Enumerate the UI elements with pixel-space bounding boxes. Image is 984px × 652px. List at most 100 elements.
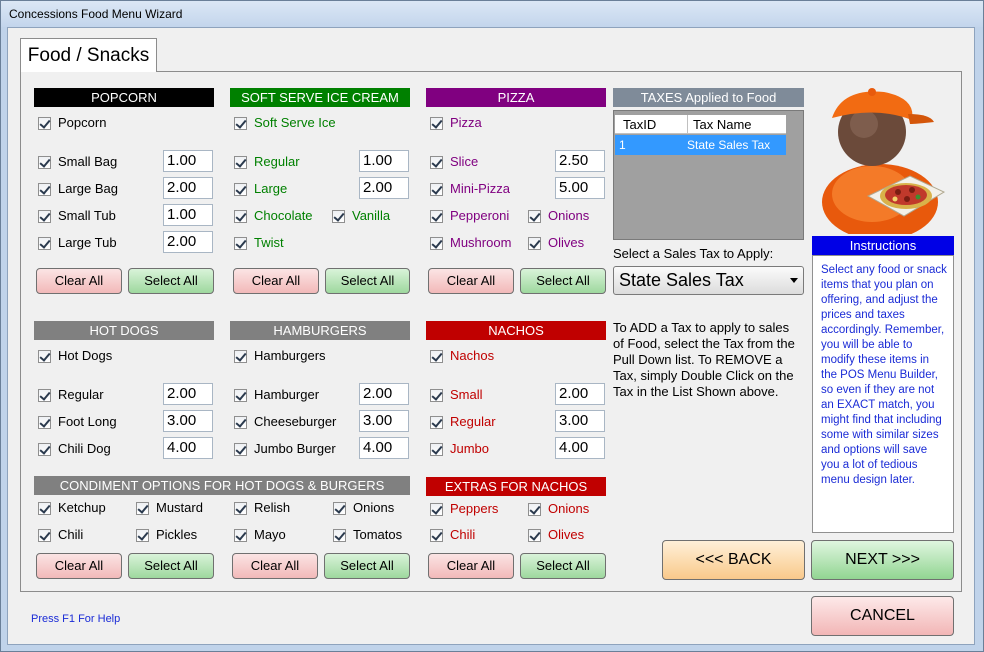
nachos-item-checkbox[interactable]: Jumbo xyxy=(430,440,489,458)
extra-label: Onions xyxy=(548,501,590,516)
nachos-price-input[interactable]: 3.00 xyxy=(555,410,605,432)
hotdogs-item-checkbox[interactable]: Chili Dog xyxy=(38,440,111,458)
check-icon xyxy=(38,209,51,223)
pizza-price-input[interactable]: 5.00 xyxy=(555,177,605,199)
check-icon xyxy=(38,528,51,542)
nachos-select-all-button[interactable]: Select All xyxy=(520,553,606,579)
icecream-item-checkbox[interactable]: Regular xyxy=(234,153,300,171)
topping-checkbox[interactable]: Pepperoni xyxy=(430,207,509,225)
nachos-price-input[interactable]: 4.00 xyxy=(555,437,605,459)
condiment-checkbox[interactable]: Tomatos xyxy=(333,526,402,544)
extra-checkbox[interactable]: Onions xyxy=(528,500,589,518)
flavor-label: Twist xyxy=(254,235,284,250)
condiments-header: CONDIMENT OPTIONS FOR HOT DOGS & BURGERS xyxy=(34,476,410,495)
extra-checkbox[interactable]: Olives xyxy=(528,526,584,544)
hamburgers-price-input[interactable]: 3.00 xyxy=(359,410,409,432)
pizza-item-checkbox[interactable]: Mini-Pizza xyxy=(430,180,510,198)
icecream-clear-all-button[interactable]: Clear All xyxy=(233,268,319,294)
condiment-checkbox[interactable]: Ketchup xyxy=(38,499,106,517)
hotdogs-price-input[interactable]: 3.00 xyxy=(163,410,213,432)
cancel-button[interactable]: CANCEL xyxy=(811,596,954,636)
popcorn-price-input[interactable]: 1.00 xyxy=(163,204,213,226)
hotdogs-clear-all-button[interactable]: Clear All xyxy=(36,553,122,579)
hamburgers-price-input[interactable]: 2.00 xyxy=(359,383,409,405)
hotdogs-price-input[interactable]: 2.00 xyxy=(163,383,213,405)
popcorn-item-checkbox[interactable]: Large Bag xyxy=(38,180,118,198)
popcorn-select-all-button[interactable]: Select All xyxy=(128,268,214,294)
condiment-checkbox[interactable]: Mayo xyxy=(234,526,286,544)
tax-list[interactable]: TaxID Tax Name 1 State Sales Tax xyxy=(613,110,804,240)
pizza-header: PIZZA xyxy=(426,88,606,107)
nachos-price-input[interactable]: 2.00 xyxy=(555,383,605,405)
next-button[interactable]: NEXT >>> xyxy=(811,540,954,580)
hotdogs-select-all-button[interactable]: Select All xyxy=(128,553,214,579)
title-bar: Concessions Food Menu Wizard xyxy=(1,1,983,27)
topping-checkbox[interactable]: Mushroom xyxy=(430,234,511,252)
condiment-label: Chili xyxy=(58,527,84,542)
popcorn-price-input[interactable]: 2.00 xyxy=(163,231,213,253)
pizza-select-all-button[interactable]: Select All xyxy=(520,268,606,294)
hamburgers-clear-all-button[interactable]: Clear All xyxy=(232,553,318,579)
flavor-checkbox[interactable]: Vanilla xyxy=(332,207,390,225)
hotdogs-checkbox[interactable]: Hot Dogs xyxy=(38,347,112,365)
sales-tax-dropdown[interactable]: State Sales Tax xyxy=(613,266,804,295)
extra-label: Olives xyxy=(548,527,585,542)
pizza-label: Pizza xyxy=(450,115,482,130)
condiment-checkbox[interactable]: Onions xyxy=(333,499,394,517)
tax-row[interactable]: 1 State Sales Tax xyxy=(615,135,786,155)
nachos-item-checkbox[interactable]: Regular xyxy=(430,413,496,431)
check-icon xyxy=(234,528,247,542)
hotdogs-item-checkbox[interactable]: Regular xyxy=(38,386,104,404)
nachos-item-checkbox[interactable]: Small xyxy=(430,386,483,404)
tab-food-snacks[interactable]: Food / Snacks xyxy=(20,38,157,72)
icecream-item-checkbox[interactable]: Large xyxy=(234,180,287,198)
flavor-checkbox[interactable]: Twist xyxy=(234,234,284,252)
popcorn-item-checkbox[interactable]: Small Tub xyxy=(38,207,116,225)
check-icon xyxy=(333,528,346,542)
back-button[interactable]: <<< BACK xyxy=(662,540,805,580)
check-icon xyxy=(38,388,51,402)
hotdogs-price-input[interactable]: 4.00 xyxy=(163,437,213,459)
topping-label: Onions xyxy=(548,208,590,223)
pizza-checkbox[interactable]: Pizza xyxy=(430,114,482,132)
hotdogs-item-label: Chili Dog xyxy=(58,441,111,456)
icecream-checkbox[interactable]: Soft Serve Ice xyxy=(234,114,336,132)
hotdogs-item-checkbox[interactable]: Foot Long xyxy=(38,413,117,431)
condiment-checkbox[interactable]: Relish xyxy=(234,499,290,517)
topping-checkbox[interactable]: Onions xyxy=(528,207,589,225)
extra-checkbox[interactable]: Peppers xyxy=(430,500,498,518)
topping-checkbox[interactable]: Olives xyxy=(528,234,584,252)
hamburgers-item-checkbox[interactable]: Jumbo Burger xyxy=(234,440,336,458)
popcorn-checkbox[interactable]: Popcorn xyxy=(38,114,106,132)
condiment-checkbox[interactable]: Pickles xyxy=(136,526,197,544)
hamburgers-item-checkbox[interactable]: Hamburger xyxy=(234,386,319,404)
condiment-checkbox[interactable]: Chili xyxy=(38,526,83,544)
flavor-checkbox[interactable]: Chocolate xyxy=(234,207,313,225)
check-icon xyxy=(430,415,443,429)
condiment-checkbox[interactable]: Mustard xyxy=(136,499,203,517)
hamburgers-checkbox[interactable]: Hamburgers xyxy=(234,347,326,365)
popcorn-price-input[interactable]: 1.00 xyxy=(163,150,213,172)
nachos-checkbox[interactable]: Nachos xyxy=(430,347,494,365)
pizza-clear-all-button[interactable]: Clear All xyxy=(428,268,514,294)
icecream-select-all-button[interactable]: Select All xyxy=(325,268,410,294)
icecream-header: SOFT SERVE ICE CREAM xyxy=(230,88,410,107)
popcorn-item-checkbox[interactable]: Large Tub xyxy=(38,234,117,252)
extra-checkbox[interactable]: Chili xyxy=(430,526,475,544)
hamburgers-select-all-button[interactable]: Select All xyxy=(324,553,410,579)
icecream-price-input[interactable]: 1.00 xyxy=(359,150,409,172)
popcorn-clear-all-button[interactable]: Clear All xyxy=(36,268,122,294)
hamburgers-label: Hamburgers xyxy=(254,348,326,363)
check-icon xyxy=(38,501,51,515)
hamburgers-price-input[interactable]: 4.00 xyxy=(359,437,409,459)
pizza-price-input[interactable]: 2.50 xyxy=(555,150,605,172)
popcorn-price-input[interactable]: 2.00 xyxy=(163,177,213,199)
nachos-clear-all-button[interactable]: Clear All xyxy=(428,553,514,579)
icecream-price-input[interactable]: 2.00 xyxy=(359,177,409,199)
pizza-item-checkbox[interactable]: Slice xyxy=(430,153,478,171)
popcorn-item-checkbox[interactable]: Small Bag xyxy=(38,153,117,171)
extra-label: Peppers xyxy=(450,501,499,516)
hamburgers-item-checkbox[interactable]: Cheeseburger xyxy=(234,413,336,431)
icecream-item-label: Regular xyxy=(254,154,300,169)
check-icon xyxy=(430,528,443,542)
